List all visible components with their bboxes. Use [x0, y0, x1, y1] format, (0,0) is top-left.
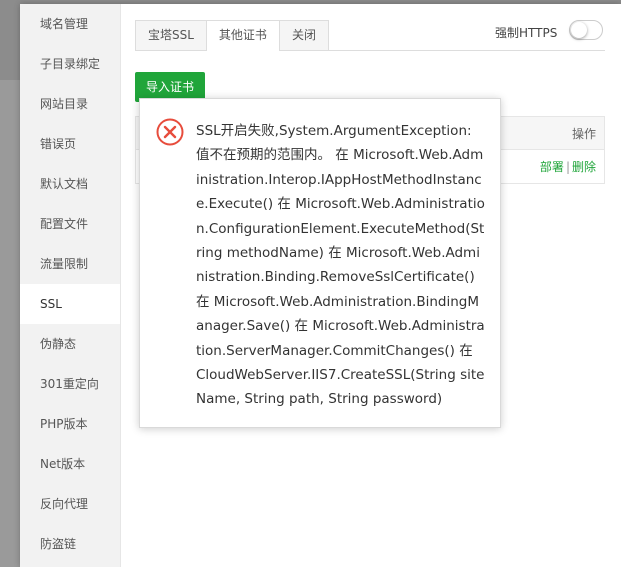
sidebar-item-ssl[interactable]: SSL [20, 284, 120, 324]
sidebar-item-hotlink-protection[interactable]: 防盗链 [20, 524, 120, 564]
force-https-toggle[interactable] [569, 20, 603, 40]
action-separator: | [565, 160, 570, 174]
sidebar-item-site-dir[interactable]: 网站目录 [20, 84, 120, 124]
error-circle-x-icon [156, 118, 184, 146]
sidebar-item-rewrite[interactable]: 伪静态 [20, 324, 120, 364]
delete-link[interactable]: 删除 [572, 160, 596, 174]
sidebar-item-net-version[interactable]: Net版本 [20, 444, 120, 484]
sidebar-item-default-doc[interactable]: 默认文档 [20, 164, 120, 204]
force-https-label: 强制HTTPS [495, 26, 558, 40]
sidebar-item-error-page[interactable]: 错误页 [20, 124, 120, 164]
actions-column-header: 操作 [571, 127, 596, 141]
tab-other-certificate[interactable]: 其他证书 [205, 20, 280, 51]
sidebar-item-domain[interactable]: 域名管理 [20, 4, 120, 44]
tab-baota-ssl[interactable]: 宝塔SSL [135, 20, 207, 50]
sidebar-item-traffic-limit[interactable]: 流量限制 [20, 244, 120, 284]
sidebar-item-redirect-301[interactable]: 301重定向 [20, 364, 120, 404]
error-dialog: SSL开启失败,System.ArgumentException: 值不在预期的… [139, 98, 501, 428]
sidebar-item-php-version[interactable]: PHP版本 [20, 404, 120, 444]
sidebar: 域名管理 子目录绑定 网站目录 错误页 默认文档 配置文件 流量限制 SSL 伪… [20, 4, 121, 567]
sidebar-item-reverse-proxy[interactable]: 反向代理 [20, 484, 120, 524]
deploy-link[interactable]: 部署 [540, 160, 564, 174]
sidebar-item-subdir-binding[interactable]: 子目录绑定 [20, 44, 120, 84]
sidebar-item-config-file[interactable]: 配置文件 [20, 204, 120, 244]
tab-close[interactable]: 关闭 [278, 20, 329, 50]
error-message: SSL开启失败,System.ArgumentException: 值不在预期的… [196, 123, 485, 408]
toggle-knob [571, 22, 587, 38]
